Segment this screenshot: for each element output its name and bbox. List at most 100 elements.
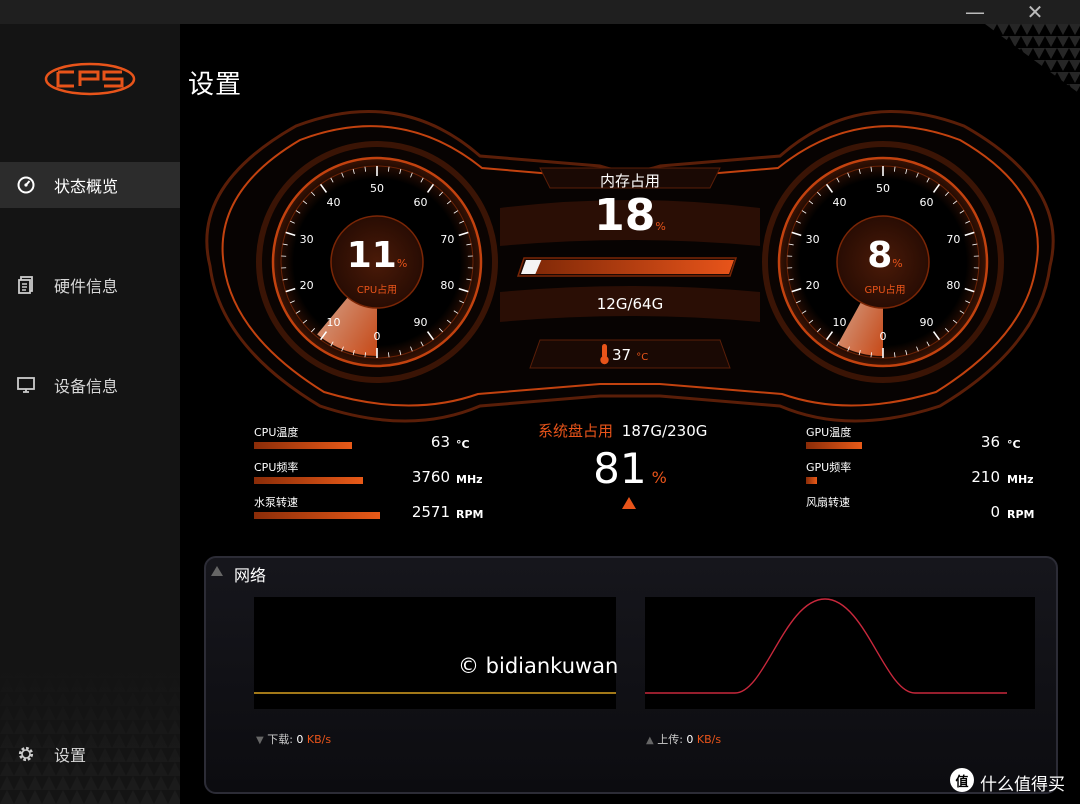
cpu-freq-bar [254, 477, 363, 484]
memory-usage-bar [516, 257, 738, 277]
network-title: 网络 [234, 566, 267, 585]
memory-usage-label: 内存占用 [599, 172, 660, 190]
gauge-tick-label: 60 [413, 196, 427, 209]
download-unit: KB/s [306, 733, 332, 746]
upload-unit: KB/s [696, 733, 722, 746]
title-bar: — ✕ [0, 0, 1080, 24]
speedometer-icon [16, 175, 36, 195]
gauge-tick-label: 30 [806, 233, 820, 246]
fan-speed-unit: RPM [1007, 508, 1035, 521]
download-arrow-icon: ▼ [256, 735, 264, 746]
brand-logo [44, 62, 136, 96]
cpu-gauge-label: CPU占用 [356, 285, 398, 296]
disk-usage-label: 系统盘占用 [538, 422, 614, 440]
copyright-watermark: © bidiankuwan [458, 654, 619, 678]
gauge-tick-label: 90 [413, 316, 427, 329]
sidebar-item-status-overview[interactable]: 状态概览 [0, 162, 180, 208]
gauge-tick-label: 70 [946, 233, 960, 246]
gauge-tick-label: 80 [440, 279, 454, 292]
sidebar-item-device-info[interactable]: 设备信息 [0, 362, 180, 408]
gpu-usage-readout: 8% [845, 235, 925, 276]
disk-usage-value: 81 [593, 444, 647, 493]
download-speed: ▼ 下载: 0 KB/s [256, 731, 331, 747]
upload-line [645, 598, 1007, 694]
download-value: 0 [296, 733, 304, 746]
memory-usage-readout: 18% [560, 190, 700, 241]
gpu-freq-bar [806, 477, 817, 484]
monitor-icon [16, 375, 36, 395]
upload-label: 上传: [657, 733, 683, 746]
gauge-tick-label: 40 [833, 196, 847, 209]
fan-speed-label: 风扇转速 [806, 496, 850, 509]
sidebar-item-label: 状态概览 [54, 177, 119, 196]
cpu-temp-unit: °C [456, 438, 470, 451]
sidebar-item-label: 硬件信息 [54, 277, 119, 296]
gauge-tick-label: 0 [880, 330, 887, 343]
gpu-temp-unit: °C [1007, 438, 1021, 451]
sidebar: 状态概览 硬件信息 设备信息 设置 [0, 24, 180, 804]
cpu-freq-unit: MHz [456, 473, 483, 486]
corner-triangle-pattern [985, 24, 1080, 94]
gpu-freq-label: GPU频率 [806, 461, 852, 474]
sidebar-item-settings[interactable]: 设置 [0, 731, 180, 777]
gauge-tick-label: 30 [300, 233, 314, 246]
upload-value: 0 [686, 733, 694, 746]
document-icon [16, 275, 36, 295]
gauge-tick-label: 20 [300, 279, 314, 292]
download-label: 下载: [267, 733, 293, 746]
cpu-freq-label: CPU频率 [254, 461, 299, 474]
pump-speed-label: 水泵转速 [254, 496, 298, 509]
collapse-triangle-icon[interactable] [210, 564, 224, 578]
memory-usage-unit: % [655, 220, 666, 233]
cpu-temp-label: CPU温度 [254, 426, 299, 439]
gauge-tick-label: 50 [370, 182, 384, 195]
gauge-tick-label: 60 [919, 196, 933, 209]
dashboard-hud: 0 10 20 30 40 50 60 70 80 90 0 10 20 30 40 50 60 70 80 90 [205, 110, 1055, 423]
memory-amount: 12G/64G [596, 295, 664, 313]
memory-usage-value: 18 [594, 190, 656, 241]
gauge-tick-label: 40 [327, 196, 341, 209]
sidebar-item-label: 设置 [54, 746, 87, 765]
site-badge-icon: 值 [950, 768, 974, 792]
upload-chart [645, 597, 1035, 709]
gauge-tick-label: 70 [440, 233, 454, 246]
gpu-temp-bar [806, 442, 862, 449]
memory-temp-unit: °C [636, 352, 649, 363]
disk-up-arrow-icon [622, 497, 636, 509]
cpu-freq-value: 3760 [411, 468, 450, 486]
disk-usage-header: 系统盘占用 187G/230G [538, 420, 738, 441]
gauge-tick-label: 90 [919, 316, 933, 329]
sidebar-item-hardware-info[interactable]: 硬件信息 [0, 262, 180, 308]
pump-speed-value: 2571 [411, 503, 450, 521]
sidebar-item-label: 设备信息 [54, 377, 119, 396]
gauge-tick-label: 80 [946, 279, 960, 292]
memory-temp-value: 37 [612, 346, 632, 364]
pump-speed-unit: RPM [456, 508, 484, 521]
close-button[interactable]: ✕ [1018, 0, 1052, 24]
gpu-gauge-label: GPU占用 [864, 285, 906, 296]
gauge-tick-label: 20 [806, 279, 820, 292]
cpu-usage-unit: % [396, 257, 408, 270]
gpu-usage-value: 8 [867, 235, 893, 276]
upload-speed: ▲ 上传: 0 KB/s [646, 731, 721, 747]
download-chart [254, 597, 616, 709]
gauge-tick-label: 10 [833, 316, 847, 329]
gpu-temp-value: 36 [980, 433, 1000, 451]
gauge-tick-label: 10 [327, 316, 341, 329]
fan-speed-value: 0 [990, 503, 1000, 521]
memory-temp-readout: 37 °C [612, 345, 682, 364]
cpu-usage-value: 11 [346, 235, 397, 276]
cpu-usage-readout: 11% [337, 235, 417, 276]
gpu-usage-unit: % [892, 257, 903, 270]
minimize-button[interactable]: — [958, 0, 992, 24]
gpu-freq-unit: MHz [1007, 473, 1034, 486]
gpu-freq-value: 210 [971, 468, 1000, 486]
disk-usage-readout: 81 % [570, 444, 690, 493]
gauge-tick-label: 0 [374, 330, 381, 343]
cpu-temp-value: 63 [430, 433, 450, 451]
gear-icon [16, 744, 36, 764]
pump-speed-bar [254, 512, 380, 519]
upload-arrow-icon: ▲ [646, 735, 654, 746]
gauge-tick-label: 50 [876, 182, 890, 195]
gpu-temp-label: GPU温度 [806, 426, 852, 439]
